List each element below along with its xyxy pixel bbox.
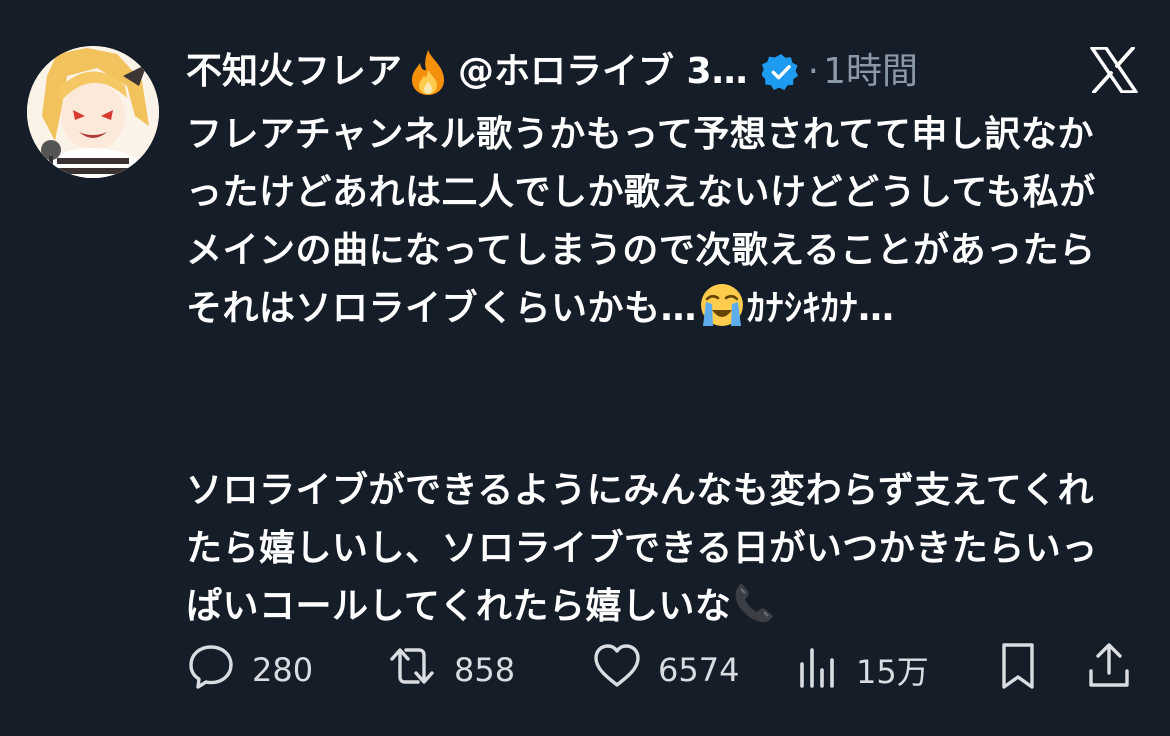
post-text: フレアチャンネル歌うかもって予想されてて申し訳なかったけどあれは二人でしか歌えな… bbox=[186, 106, 1126, 644]
like-count: 6574 bbox=[658, 651, 740, 689]
fire-emoji-icon bbox=[406, 48, 450, 96]
repost-count: 858 bbox=[454, 651, 516, 689]
avatar-image bbox=[27, 46, 159, 178]
analytics-bar-icon bbox=[796, 642, 840, 698]
bookmark-icon bbox=[998, 641, 1038, 699]
share-icon bbox=[1086, 641, 1132, 699]
post-paragraph-2-text: ソロライブができるようにみんなも変わらず支えてくれたら嬉しいし、ソロライブできる… bbox=[186, 470, 1098, 627]
x-logo-icon[interactable] bbox=[1089, 46, 1139, 94]
post-paragraph-2: ソロライブができるようにみんなも変わらず支えてくれたら嬉しいし、ソロライブできる… bbox=[186, 462, 1126, 644]
views-count: 15万 bbox=[856, 653, 929, 691]
author-handle[interactable]: @ホロライブ 3… bbox=[458, 44, 748, 100]
repost-icon bbox=[386, 641, 438, 699]
reply-count: 280 bbox=[252, 651, 314, 689]
repost-button[interactable]: 858 bbox=[386, 640, 515, 700]
post-actions-bar: 280 858 6574 15万 bbox=[186, 640, 1136, 700]
bookmark-button[interactable] bbox=[998, 640, 1038, 700]
header-separator: · bbox=[807, 51, 820, 92]
reply-icon bbox=[186, 641, 236, 699]
like-button[interactable]: 6574 bbox=[592, 640, 739, 700]
post-timestamp[interactable]: 1時間 bbox=[823, 44, 918, 100]
post-paragraph-1: フレアチャンネル歌うかもって予想されてて申し訳なかったけどあれは二人でしか歌えな… bbox=[186, 106, 1126, 346]
post-paragraph-1-text: フレアチャンネル歌うかもって予想されてて申し訳なかったけどあれは二人でしか歌えな… bbox=[186, 114, 1096, 329]
author-display-name[interactable]: 不知火フレア bbox=[186, 44, 402, 100]
loudly-crying-face-emoji-icon bbox=[697, 282, 747, 346]
post-paragraph-1-tail: ｶﾅｼｷｶﾅ… bbox=[747, 288, 895, 329]
heart-icon bbox=[592, 642, 642, 698]
share-button[interactable] bbox=[1086, 640, 1132, 700]
verified-badge-icon bbox=[761, 53, 800, 91]
post-header: 不知火フレア @ホロライブ 3… · 1時間 bbox=[186, 44, 918, 100]
views-button[interactable]: 15万 bbox=[796, 640, 929, 700]
avatar[interactable] bbox=[27, 46, 159, 178]
telephone-receiver-emoji-icon bbox=[731, 580, 777, 644]
reply-button[interactable]: 280 bbox=[186, 640, 313, 700]
